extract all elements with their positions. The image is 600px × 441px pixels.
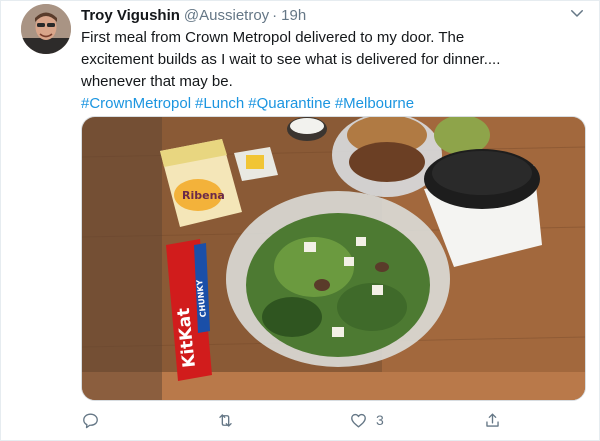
tweet-actions: 3: [81, 405, 586, 435]
reply-button[interactable]: [81, 405, 100, 435]
share-button[interactable]: [483, 405, 502, 435]
hashtag-list: #CrownMetropol #Lunch #Quarantine #Melbourn…: [81, 93, 586, 115]
hashtag-link[interactable]: #CrownMetropol: [81, 95, 191, 112]
like-count: 3: [376, 412, 384, 428]
share-icon: [486, 412, 499, 427]
hashtag-link[interactable]: #Lunch: [195, 95, 244, 112]
retweet-icon: [219, 413, 232, 427]
reply-icon: [83, 412, 98, 428]
avatar[interactable]: [21, 4, 71, 54]
hashtag-link[interactable]: #Melbourne: [335, 95, 414, 112]
hashtag-link[interactable]: #Quarantine: [248, 95, 331, 112]
tweet-text-line: whenever that may be.: [81, 73, 233, 90]
separator-dot: ·: [272, 7, 278, 24]
chevron-down-icon[interactable]: [568, 4, 586, 22]
heart-icon: [351, 413, 366, 428]
tweet-text-line: excitement builds as I wait to see what …: [81, 51, 501, 68]
tweet-text: First meal from Crown Metropol delivered…: [81, 27, 586, 115]
retweet-button[interactable]: [216, 405, 235, 435]
tweet-card[interactable]: Troy Vigushin @Aussietroy · 19h First me…: [0, 0, 600, 441]
tweet-header: Troy Vigushin @Aussietroy · 19h: [81, 7, 306, 27]
tweet-photo[interactable]: Ribena KitKat CHUNKY: [81, 116, 586, 401]
meal-photo: Ribena KitKat CHUNKY: [82, 117, 585, 400]
avatar-image: [21, 4, 71, 54]
juice-brand-label: Ribena: [182, 189, 225, 202]
timestamp[interactable]: 19h: [281, 7, 306, 24]
user-handle[interactable]: @Aussietroy: [184, 7, 269, 24]
display-name[interactable]: Troy Vigushin: [81, 7, 180, 24]
tweet-text-line: First meal from Crown Metropol delivered…: [81, 29, 465, 46]
like-button[interactable]: 3: [349, 405, 384, 435]
